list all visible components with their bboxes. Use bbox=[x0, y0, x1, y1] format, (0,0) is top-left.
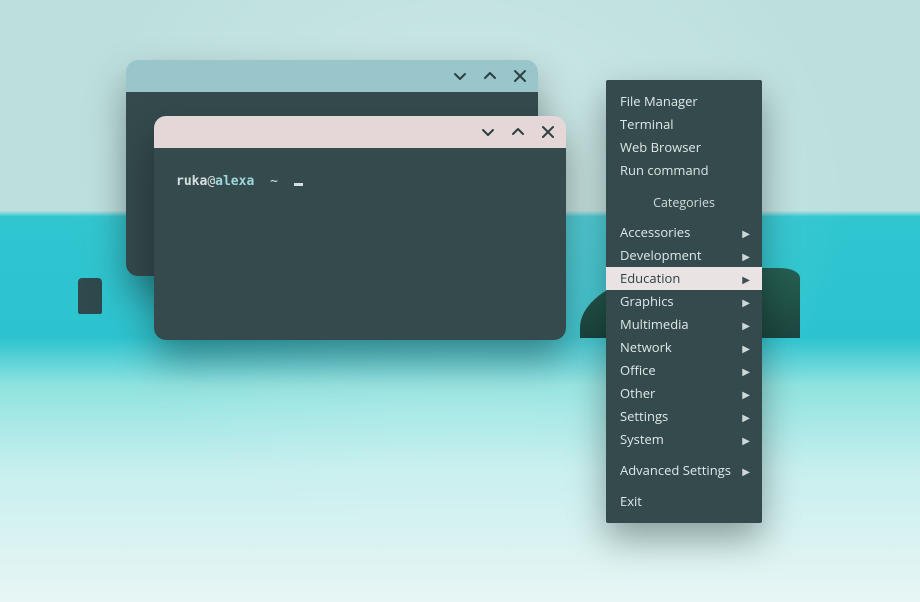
app-menu[interactable]: File Manager Terminal Web Browser Run co… bbox=[606, 80, 762, 523]
menu-item-web-browser[interactable]: Web Browser bbox=[606, 136, 762, 159]
menu-cat-network[interactable]: Network ▶ bbox=[606, 336, 762, 359]
titlebar-back[interactable] bbox=[126, 60, 538, 92]
menu-separator bbox=[606, 482, 762, 490]
menu-separator bbox=[606, 451, 762, 459]
minimize-icon[interactable] bbox=[452, 68, 468, 84]
chevron-right-icon: ▶ bbox=[742, 250, 750, 262]
menu-cat-development[interactable]: Development ▶ bbox=[606, 244, 762, 267]
menu-item-label: Network bbox=[620, 340, 672, 356]
menu-item-label: Development bbox=[620, 248, 702, 264]
titlebar-front[interactable] bbox=[154, 116, 566, 148]
menu-cat-system[interactable]: System ▶ bbox=[606, 428, 762, 451]
maximize-icon[interactable] bbox=[510, 124, 526, 140]
terminal-prompt: ruka@alexa ~ bbox=[176, 174, 544, 189]
menu-item-label: Office bbox=[620, 363, 656, 379]
menu-cat-accessories[interactable]: Accessories ▶ bbox=[606, 221, 762, 244]
menu-cat-education[interactable]: Education ▶ bbox=[606, 267, 762, 290]
menu-cat-multimedia[interactable]: Multimedia ▶ bbox=[606, 313, 762, 336]
terminal-cwd: ~ bbox=[262, 174, 282, 189]
menu-item-exit[interactable]: Exit bbox=[606, 490, 762, 513]
terminal-host: alexa bbox=[215, 174, 254, 189]
wallpaper-rock bbox=[78, 278, 102, 314]
menu-item-label: System bbox=[620, 432, 664, 448]
menu-item-label: Multimedia bbox=[620, 317, 689, 333]
chevron-right-icon: ▶ bbox=[742, 465, 750, 477]
menu-cat-graphics[interactable]: Graphics ▶ bbox=[606, 290, 762, 313]
menu-item-label: Other bbox=[620, 386, 655, 402]
terminal-body[interactable]: ruka@alexa ~ bbox=[154, 148, 566, 340]
close-icon[interactable] bbox=[540, 124, 556, 140]
terminal-cursor bbox=[294, 183, 303, 186]
menu-item-file-manager[interactable]: File Manager bbox=[606, 90, 762, 113]
menu-item-label: Terminal bbox=[620, 117, 674, 133]
menu-cat-settings[interactable]: Settings ▶ bbox=[606, 405, 762, 428]
chevron-right-icon: ▶ bbox=[742, 342, 750, 354]
chevron-right-icon: ▶ bbox=[742, 388, 750, 400]
chevron-right-icon: ▶ bbox=[742, 411, 750, 423]
chevron-right-icon: ▶ bbox=[742, 227, 750, 239]
chevron-right-icon: ▶ bbox=[742, 434, 750, 446]
chevron-right-icon: ▶ bbox=[742, 296, 750, 308]
menu-item-label: Settings bbox=[620, 409, 668, 425]
menu-item-label: Run command bbox=[620, 163, 709, 179]
menu-item-label: File Manager bbox=[620, 94, 698, 110]
terminal-user: ruka bbox=[176, 174, 207, 189]
menu-item-advanced-settings[interactable]: Advanced Settings ▶ bbox=[606, 459, 762, 482]
menu-item-run-command[interactable]: Run command bbox=[606, 159, 762, 182]
chevron-right-icon: ▶ bbox=[742, 365, 750, 377]
menu-item-terminal[interactable]: Terminal bbox=[606, 113, 762, 136]
maximize-icon[interactable] bbox=[482, 68, 498, 84]
menu-item-label: Accessories bbox=[620, 225, 690, 241]
chevron-right-icon: ▶ bbox=[742, 273, 750, 285]
menu-item-label: Education bbox=[620, 271, 680, 287]
minimize-icon[interactable] bbox=[480, 124, 496, 140]
menu-section-categories: Categories bbox=[606, 182, 762, 221]
menu-item-label: Exit bbox=[620, 494, 642, 510]
terminal-window-front[interactable]: ruka@alexa ~ bbox=[154, 116, 566, 340]
chevron-right-icon: ▶ bbox=[742, 319, 750, 331]
menu-item-label: Web Browser bbox=[620, 140, 701, 156]
close-icon[interactable] bbox=[512, 68, 528, 84]
menu-cat-office[interactable]: Office ▶ bbox=[606, 359, 762, 382]
menu-item-label: Advanced Settings bbox=[620, 463, 731, 479]
terminal-at: @ bbox=[207, 174, 215, 189]
menu-cat-other[interactable]: Other ▶ bbox=[606, 382, 762, 405]
menu-item-label: Graphics bbox=[620, 294, 674, 310]
